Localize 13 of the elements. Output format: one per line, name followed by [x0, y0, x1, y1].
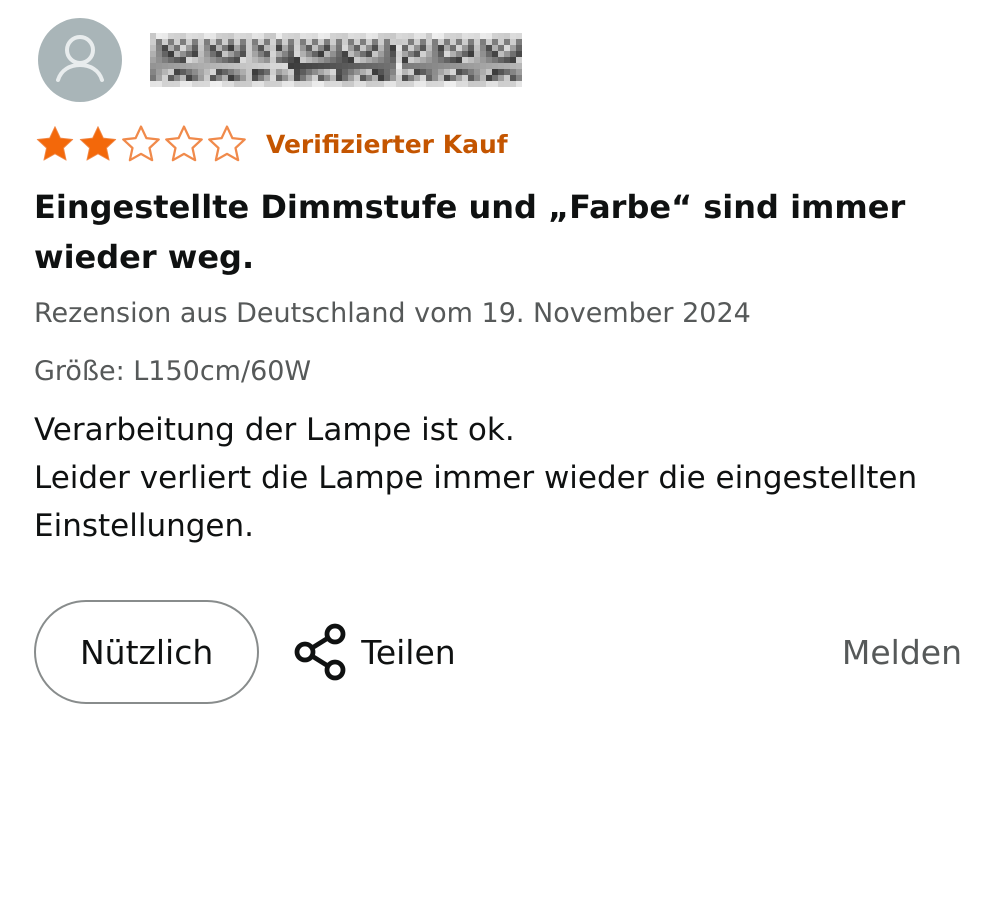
share-button[interactable]: Teilen [293, 622, 456, 682]
report-link[interactable]: Melden [842, 632, 962, 672]
empty-star-icon [206, 124, 248, 164]
empty-star-icon [120, 124, 162, 164]
variant-label: Größe: L150cm/60W [34, 355, 312, 389]
avatar-icon [38, 18, 122, 102]
review-date: Rezension aus Deutschland vom 19. November 2024 [34, 297, 752, 331]
helpful-button[interactable]: Nützlich [34, 600, 260, 704]
empty-star-icon [163, 124, 205, 164]
review-text: Leider verliert die Lampe immer wieder die eingestellten Einstellungen. [34, 459, 918, 546]
review-title: Eingestellte Dimmstufe und „Farbe“ sind immer wieder weg. [34, 187, 906, 278]
verified-purchase-label: Verifizierter Kauf [266, 130, 508, 158]
review-text: Verarbeitung der Lampe ist ok. [34, 411, 516, 450]
